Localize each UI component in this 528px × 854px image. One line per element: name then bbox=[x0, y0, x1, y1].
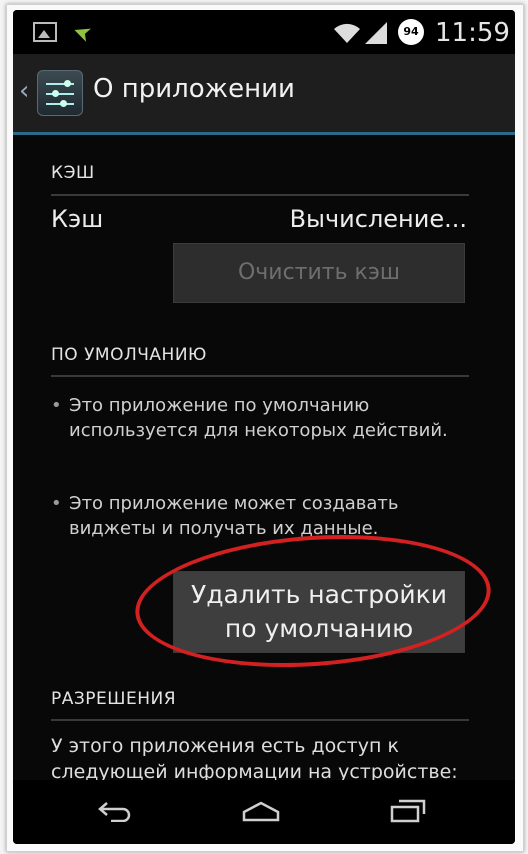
permissions-description: У этого приложения есть доступ к следующ… bbox=[51, 735, 458, 783]
defaults-bullet-text: Это приложение может создавать виджеты и… bbox=[69, 493, 399, 539]
wifi-icon bbox=[334, 23, 360, 43]
permissions-section-divider bbox=[51, 719, 469, 721]
status-bar: ➤ 94 11:59 bbox=[13, 10, 515, 54]
phone-screen: ➤ 94 11:59 ‹ О приложении КЭШ Кэш Вычисл… bbox=[13, 10, 515, 844]
defaults-bullet-text: Это приложение по умолчанию используется… bbox=[69, 395, 448, 441]
cache-label: Кэш bbox=[51, 205, 104, 233]
status-time: 11:59 bbox=[435, 18, 510, 48]
bullet-dot-icon: • bbox=[51, 493, 62, 514]
settings-app-icon[interactable] bbox=[37, 70, 83, 116]
airplane-notification-icon: ➤ bbox=[69, 17, 96, 48]
navigation-bar bbox=[13, 780, 515, 844]
up-navigation-icon[interactable]: ‹ bbox=[19, 76, 29, 106]
cache-section-divider bbox=[51, 194, 469, 196]
cache-section-header: КЭШ bbox=[51, 163, 95, 183]
defaults-section-header: ПО УМОЛЧАНИЮ bbox=[51, 345, 207, 365]
cache-value: Вычисление... bbox=[289, 205, 467, 233]
recent-apps-icon[interactable] bbox=[389, 798, 427, 824]
clear-cache-button[interactable]: Очистить кэш bbox=[173, 243, 465, 303]
home-icon[interactable] bbox=[241, 800, 281, 822]
app-info-content[interactable]: КЭШ Кэш Вычисление... Очистить кэш ПО УМ… bbox=[13, 135, 515, 783]
page-title: О приложении bbox=[93, 74, 295, 104]
action-bar: ‹ О приложении bbox=[13, 54, 515, 135]
defaults-section-divider bbox=[51, 375, 469, 377]
signal-icon bbox=[365, 22, 387, 44]
image-notification-icon bbox=[33, 22, 57, 42]
back-icon[interactable] bbox=[97, 800, 133, 822]
bullet-dot-icon: • bbox=[51, 395, 62, 416]
battery-icon: 94 bbox=[398, 19, 424, 45]
permissions-section-header: РАЗРЕШЕНИЯ bbox=[51, 689, 177, 709]
